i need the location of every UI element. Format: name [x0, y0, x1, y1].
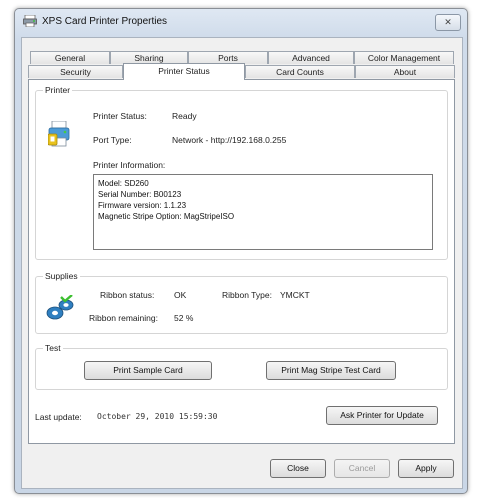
printer-information-label: Printer Information:	[93, 160, 166, 170]
close-icon: ✕	[444, 17, 452, 27]
ribbon-type-label: Ribbon Type:	[222, 290, 272, 300]
printer-status-icon	[48, 121, 70, 147]
printer-group-label: Printer	[43, 85, 73, 95]
ribbon-type-value: YMCKT	[280, 290, 310, 300]
printer-information-box[interactable]: Model: SD260 Serial Number: B00123 Firmw…	[93, 174, 433, 250]
port-type-value: Network - http://192.168.0.255	[172, 135, 287, 145]
print-mag-stripe-test-card-button[interactable]: Print Mag Stripe Test Card	[266, 361, 396, 380]
tab-card-counts[interactable]: Card Counts	[245, 65, 355, 78]
tab-general[interactable]: General	[30, 51, 110, 64]
printer-status-label: Printer Status:	[93, 111, 147, 121]
close-button[interactable]: Close	[270, 459, 326, 478]
ribbon-remaining-value: 52 %	[174, 313, 194, 323]
properties-window: XPS Card Printer Properties ✕ General Sh…	[14, 8, 468, 494]
window-title: XPS Card Printer Properties	[42, 16, 168, 27]
info-line-mag-stripe: Magnetic Stripe Option: MagStripeISO	[98, 212, 235, 221]
tab-printer-status[interactable]: Printer Status	[123, 63, 245, 80]
last-update-value: October 29, 2010 15:59:30	[97, 412, 218, 421]
printer-status-panel: Printer Printer Status: Ready Port Type:…	[28, 79, 455, 444]
test-group: Test Print Sample Card Print Mag Stripe …	[35, 343, 448, 390]
apply-button[interactable]: Apply	[398, 459, 454, 478]
info-line-firmware: Firmware version: 1.1.23	[98, 201, 187, 210]
ask-printer-for-update-button[interactable]: Ask Printer for Update	[326, 406, 438, 425]
tab-color-management[interactable]: Color Management	[354, 51, 454, 64]
dialog-client-area: General Sharing Ports Advanced Color Man…	[21, 37, 463, 489]
cancel-button[interactable]: Cancel	[334, 459, 390, 478]
ribbon-remaining-label: Ribbon remaining:	[89, 313, 158, 323]
info-line-model: Model: SD260	[98, 179, 149, 188]
print-sample-card-button[interactable]: Print Sample Card	[84, 361, 212, 380]
supplies-group: Supplies Ribbon status: OK Ribbon Type: …	[35, 271, 448, 334]
printer-group: Printer Printer Status: Ready Port Type:…	[35, 85, 448, 260]
window-close-button[interactable]: ✕	[435, 14, 461, 31]
last-update-label: Last update:	[35, 412, 82, 422]
ribbon-status-label: Ribbon status:	[100, 290, 155, 300]
supplies-group-label: Supplies	[43, 271, 80, 281]
tab-about[interactable]: About	[355, 65, 455, 78]
printer-icon	[23, 15, 37, 27]
info-line-serial: Serial Number: B00123	[98, 190, 182, 199]
printer-status-value: Ready	[172, 111, 197, 121]
ribbon-status-value: OK	[174, 290, 187, 300]
supplies-icon	[46, 295, 74, 320]
tab-security[interactable]: Security	[28, 65, 123, 78]
test-group-label: Test	[43, 343, 63, 353]
port-type-label: Port Type:	[93, 135, 132, 145]
title-bar[interactable]: XPS Card Printer Properties ✕	[15, 9, 467, 35]
tab-advanced[interactable]: Advanced	[268, 51, 354, 64]
